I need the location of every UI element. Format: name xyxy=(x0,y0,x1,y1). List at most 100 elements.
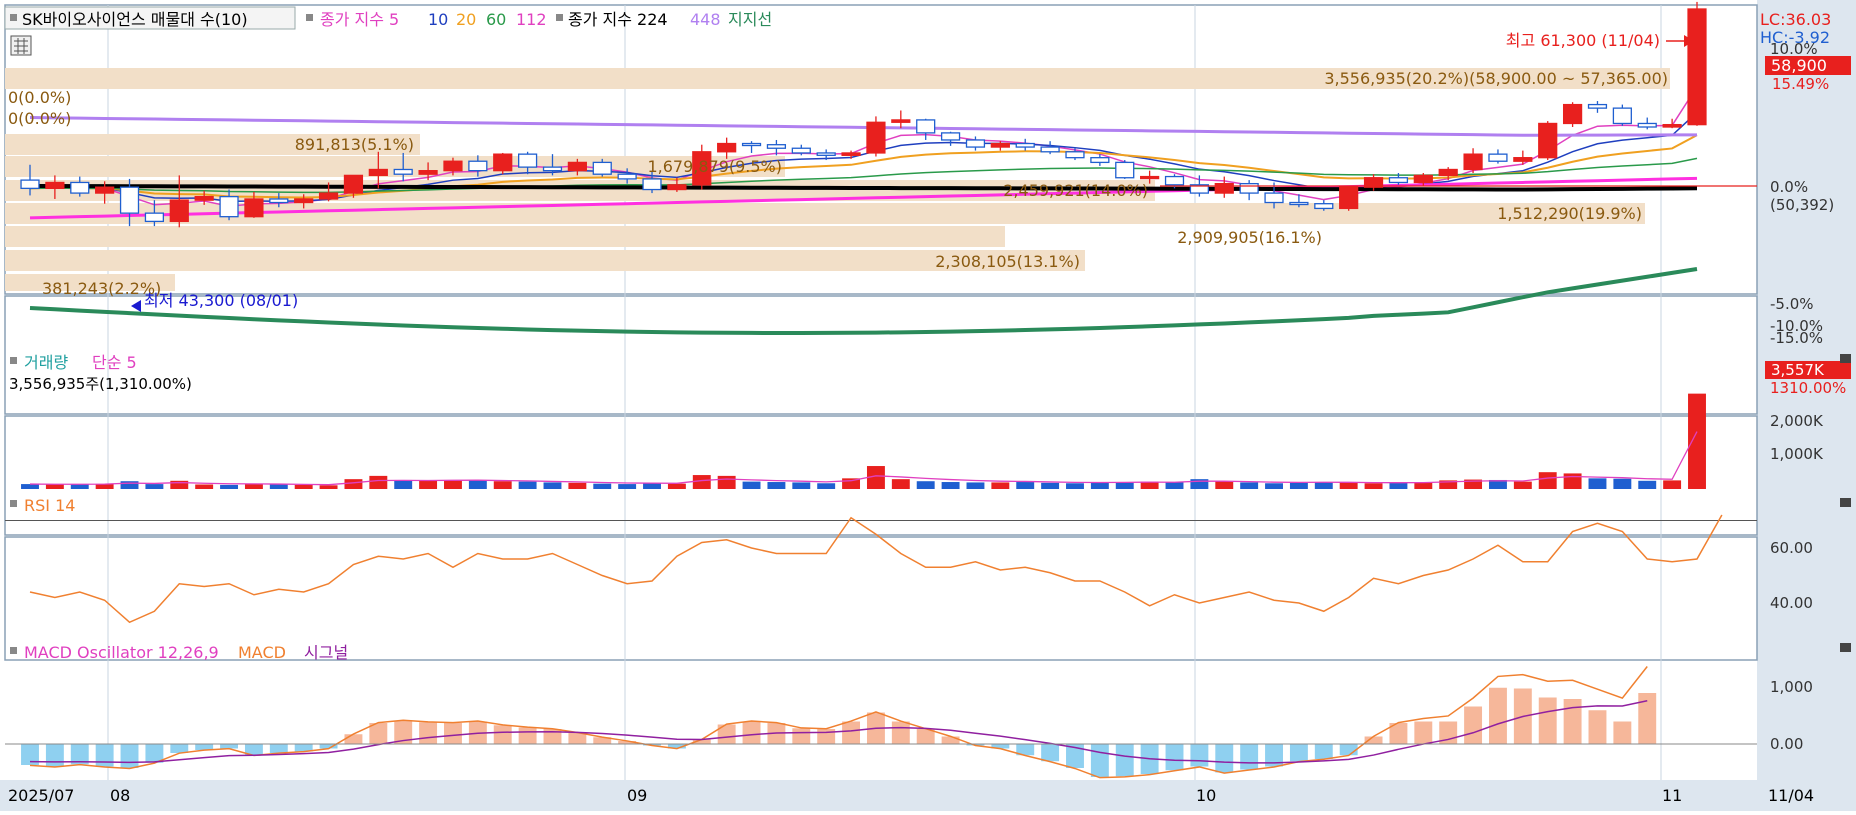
chart-window: 0(0.0%) 0(0.0%) 3,556,935(20.2%)(58,900.00… xyxy=(0,0,1856,811)
x-axis-label: 09 xyxy=(627,786,647,805)
macd-osc-bar xyxy=(792,728,811,744)
close-icon[interactable] xyxy=(1840,354,1851,363)
ma5-legend: 종가 지수 5 xyxy=(320,10,399,29)
volume-profile-band xyxy=(5,250,1085,271)
macd-title: MACD xyxy=(238,643,286,662)
macd-osc-bar xyxy=(269,744,288,753)
chart-title: SK바이오사이언스 매물대 수(10) xyxy=(22,10,248,29)
volume-bar xyxy=(991,482,1010,489)
candle xyxy=(45,181,65,190)
macd-osc-bar xyxy=(1339,744,1358,756)
volume-bar xyxy=(1090,482,1109,489)
volume-bar xyxy=(45,484,64,489)
candle xyxy=(1538,122,1558,159)
volume-box-label: 3,557K xyxy=(1771,361,1825,379)
macd-osc-bar xyxy=(518,727,537,744)
band-label: 2,459,921(14.0%) xyxy=(1003,181,1148,200)
candle xyxy=(1687,8,1707,126)
macd-osc-title: MACD Oscillator 12,26,9 xyxy=(24,643,219,662)
volume-bar xyxy=(568,482,587,489)
candle xyxy=(169,199,189,223)
x-axis-label: 08 xyxy=(110,786,130,805)
volume-bar xyxy=(717,475,736,489)
band-label: 0(0.0%) xyxy=(8,88,71,107)
candle xyxy=(368,168,388,177)
stock-chart: 0(0.0%) 0(0.0%) 3,556,935(20.2%)(58,900.00… xyxy=(0,0,1856,811)
candle xyxy=(741,142,762,147)
candle xyxy=(443,160,463,172)
candle xyxy=(269,198,289,204)
candle xyxy=(468,160,488,172)
volume-bar xyxy=(792,482,811,489)
candle xyxy=(1488,153,1508,162)
x-axis-label: 10 xyxy=(1196,786,1216,805)
candle xyxy=(617,173,637,180)
volume-bar xyxy=(1215,481,1234,489)
x-axis-label: 2025/07 xyxy=(8,786,74,805)
ma112-legend: 112 xyxy=(516,10,547,29)
candle xyxy=(1065,151,1085,159)
volume-bar xyxy=(941,482,960,489)
candle xyxy=(841,152,861,156)
volume-bar xyxy=(1663,480,1682,489)
macd-osc-bar xyxy=(941,736,960,744)
macd-osc-bar xyxy=(1289,744,1308,762)
macd-osc-bar xyxy=(742,721,761,744)
volume-bar xyxy=(220,484,239,489)
volume-bar xyxy=(1563,473,1582,489)
candle xyxy=(1339,186,1359,210)
macd-osc-bar xyxy=(1165,744,1184,771)
candle xyxy=(518,153,538,168)
band-label: 891,813(5.1%) xyxy=(295,135,414,154)
macd-osc-bar xyxy=(1314,744,1333,759)
volume-bar xyxy=(493,481,512,489)
macd-osc-bar xyxy=(1563,699,1582,744)
volume-bar xyxy=(195,484,214,489)
candle xyxy=(95,186,115,194)
candle xyxy=(717,142,737,153)
volume-square-icon xyxy=(10,357,17,364)
volume-bar xyxy=(1364,483,1383,489)
volume-bar xyxy=(667,483,686,489)
volume-bar xyxy=(344,479,363,489)
close-icon[interactable] xyxy=(1840,498,1851,507)
candle xyxy=(916,119,936,134)
price-box-label: 58,900 xyxy=(1771,56,1827,75)
volume-bar xyxy=(468,479,487,489)
volume-bar xyxy=(70,484,89,489)
volume-bar xyxy=(319,485,338,489)
legend-square-icon xyxy=(306,14,313,21)
candle xyxy=(866,121,886,154)
volume-bar xyxy=(618,484,637,489)
support-legend: 지지선 xyxy=(728,10,772,29)
volume-bar xyxy=(1613,478,1632,489)
candle xyxy=(244,198,264,218)
macd-osc-bar xyxy=(120,744,139,768)
candle xyxy=(1040,146,1060,153)
candle xyxy=(667,184,687,191)
candle xyxy=(891,119,911,123)
volume-bar xyxy=(1513,481,1532,489)
volume-profile-band xyxy=(5,226,1005,247)
volume-bar xyxy=(1588,478,1607,489)
candle xyxy=(990,142,1010,148)
volume-bar xyxy=(1165,482,1184,489)
rsi-axis-tick: 60.00 xyxy=(1770,539,1813,557)
candle xyxy=(766,144,787,149)
price-pct-label: 15.49% xyxy=(1772,75,1829,93)
macd-osc-bar xyxy=(45,744,64,767)
candle xyxy=(1015,142,1035,148)
volume-bar xyxy=(419,480,438,489)
macd-osc-bar xyxy=(1090,744,1109,777)
macd-square-icon xyxy=(10,647,17,654)
close-icon[interactable] xyxy=(1840,643,1851,652)
macd-osc-bar xyxy=(1613,721,1632,744)
macd-osc-bar xyxy=(1115,744,1134,777)
macd-axis-tick: 1,000 xyxy=(1770,678,1813,696)
candle xyxy=(1637,122,1657,128)
candle xyxy=(816,152,836,156)
volume-bar xyxy=(916,481,935,489)
candle xyxy=(493,153,513,172)
legend-square-icon xyxy=(556,14,563,21)
candle xyxy=(965,139,986,148)
